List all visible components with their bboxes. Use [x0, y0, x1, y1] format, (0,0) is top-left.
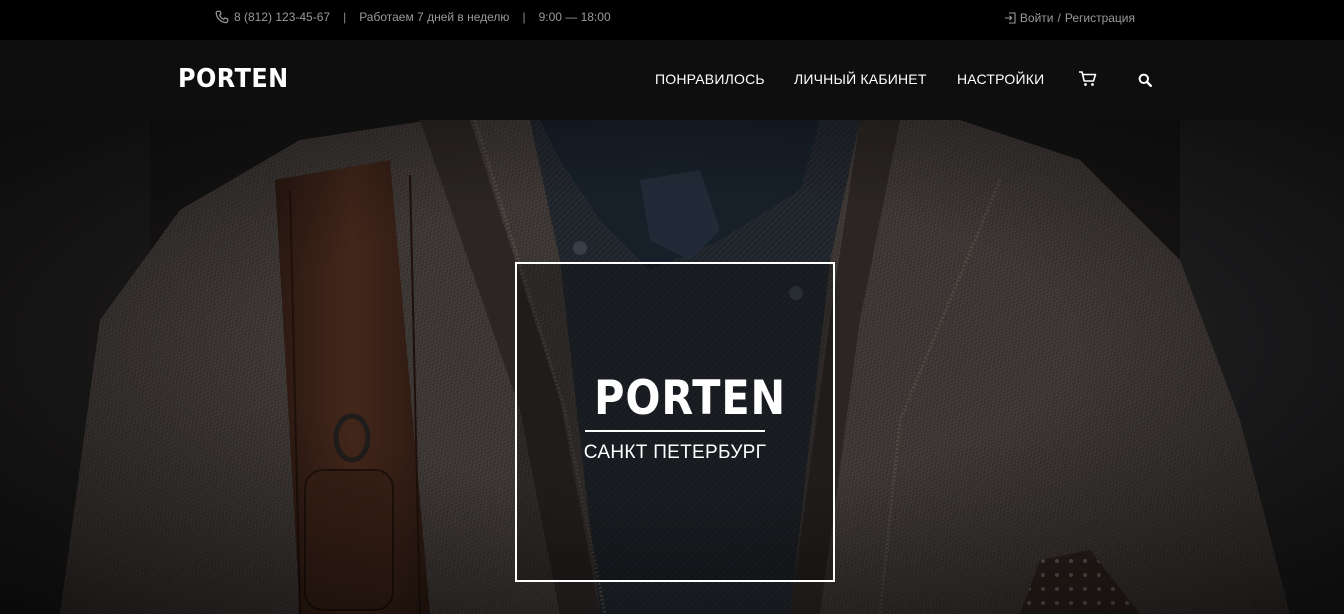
site-logo[interactable]: PORTEN — [178, 64, 289, 94]
nav-item-favorites[interactable]: ПОНРАВИЛОСЬ — [655, 71, 765, 87]
hero-divider — [585, 430, 765, 432]
cart-icon[interactable] — [1078, 70, 1098, 88]
register-link[interactable]: Регистрация — [1065, 11, 1135, 25]
working-hours: 9:00 — 18:00 — [538, 10, 611, 24]
top-info-bar: 8 (812) 123-45-67 | Работаем 7 дней в не… — [0, 0, 1344, 40]
login-icon — [1004, 12, 1016, 24]
hero-banner: PORTEN САНКТ ПЕТЕРБУРГ — [0, 120, 1344, 614]
hero-city: САНКТ ПЕТЕРБУРГ — [583, 442, 767, 463]
hero-logo: PORTEN — [594, 371, 786, 426]
auth-links: Войти / Регистрация — [1004, 10, 1135, 26]
separator: | — [343, 10, 347, 24]
auth-separator: / — [1057, 11, 1061, 25]
working-days: Работаем 7 дней в неделю — [359, 10, 510, 24]
login-link[interactable]: Войти — [1020, 11, 1054, 25]
search-icon[interactable] — [1138, 73, 1152, 87]
contact-info: 8 (812) 123-45-67 | Работаем 7 дней в не… — [215, 9, 611, 25]
phone-number[interactable]: 8 (812) 123-45-67 — [234, 10, 330, 24]
hero-logo-box: PORTEN САНКТ ПЕТЕРБУРГ — [515, 262, 835, 582]
nav-item-settings[interactable]: НАСТРОЙКИ — [957, 71, 1044, 87]
separator: | — [522, 10, 526, 24]
nav-item-account[interactable]: ЛИЧНЫЙ КАБИНЕТ — [794, 71, 927, 87]
main-header: PORTEN ПОНРАВИЛОСЬ ЛИЧНЫЙ КАБИНЕТ НАСТРО… — [0, 40, 1344, 120]
phone-icon — [215, 10, 229, 24]
